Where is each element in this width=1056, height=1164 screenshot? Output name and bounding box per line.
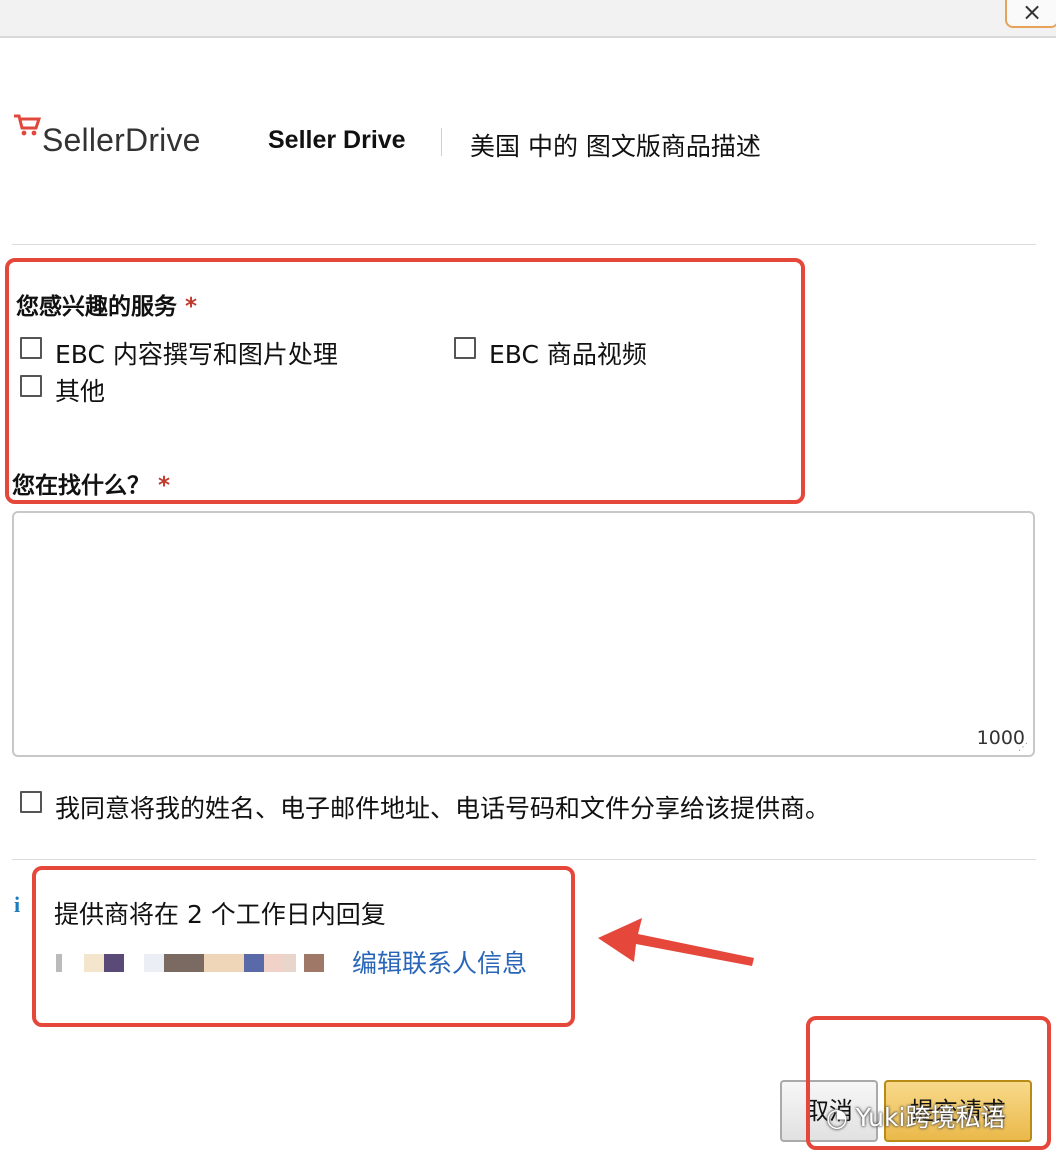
resize-handle[interactable]: ⋰ [1018, 742, 1029, 753]
page-subtitle: 美国 中的 图文版商品描述 [470, 132, 761, 161]
consent-checkbox[interactable] [20, 791, 42, 813]
consent-label: 我同意将我的姓名、电子邮件地址、电话号码和文件分享给该提供商。 [55, 794, 831, 823]
watermark-text: Yuki跨境私语 [855, 1103, 1006, 1132]
cart-icon [14, 114, 42, 136]
header-divider [441, 128, 442, 156]
highlight-box-services [5, 258, 805, 504]
red-arrow-annotation [598, 918, 754, 966]
looking-for-textarea[interactable]: 1000 ⋰ [12, 511, 1035, 757]
wechat-icon: ◔ [826, 1103, 848, 1132]
info-icon: i [14, 892, 21, 917]
divider [12, 244, 1036, 245]
logo-text: SellerDrive [42, 122, 201, 158]
close-button[interactable]: × [1005, 0, 1056, 28]
dialog-top-bar [0, 0, 1056, 38]
highlight-box-reply-info [32, 866, 575, 1027]
provider-logo: SellerDrive [12, 112, 214, 162]
watermark: ◔ Yuki跨境私语 [826, 1098, 1005, 1134]
divider [12, 859, 1036, 860]
provider-name: Seller Drive [268, 126, 406, 154]
